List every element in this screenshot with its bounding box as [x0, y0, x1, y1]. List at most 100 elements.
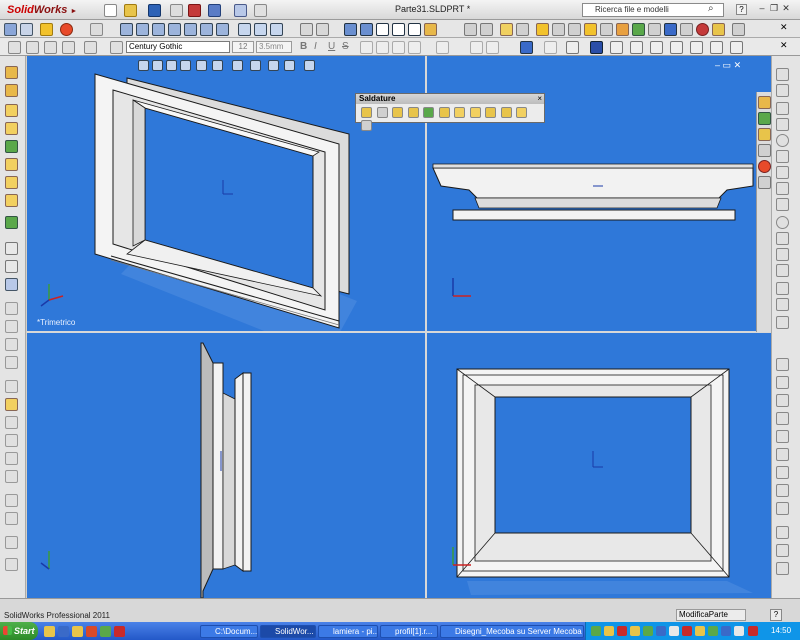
library-icon[interactable]	[584, 23, 597, 36]
line-icon[interactable]	[776, 102, 789, 115]
extruded-boss-icon[interactable]	[423, 107, 435, 118]
tray-icon-2[interactable]	[604, 626, 614, 636]
viewport-splitter-vertical[interactable]	[425, 56, 427, 598]
weldments-toolbar[interactable]: Saldature ×	[355, 93, 545, 131]
hud-orientation-icon[interactable]	[196, 60, 207, 71]
arc-icon[interactable]	[776, 182, 789, 195]
folder-feature-icon[interactable]	[500, 23, 513, 36]
sketch-icon[interactable]	[464, 23, 477, 36]
viewport-front[interactable]	[427, 333, 771, 598]
centerline-icon[interactable]	[776, 248, 789, 261]
hud-appearance-icon[interactable]	[250, 60, 261, 71]
macro-icon[interactable]	[600, 23, 613, 36]
tray-icon-9[interactable]	[695, 626, 705, 636]
quicklaunch-explorer-icon[interactable]	[44, 626, 55, 637]
taskbar-item-profil[interactable]: profil[1].r...	[380, 625, 438, 638]
chamfer-icon[interactable]	[5, 176, 18, 189]
point-icon[interactable]	[776, 232, 789, 245]
hud-zoom-fit-icon[interactable]	[138, 60, 149, 71]
hidden-visible-icon[interactable]	[392, 23, 405, 36]
chamfer-sketch-icon[interactable]	[776, 298, 789, 311]
mirror-sketch-icon[interactable]	[776, 394, 789, 407]
symbol-icon[interactable]	[610, 41, 623, 54]
spline-icon[interactable]	[776, 198, 789, 211]
sketch-line-icon[interactable]	[5, 380, 18, 393]
move-icon[interactable]	[5, 494, 18, 507]
viewport-minimize-icon[interactable]: –	[715, 60, 720, 70]
appearance-icon[interactable]	[60, 23, 73, 36]
format-tool-3-icon[interactable]	[44, 41, 57, 54]
view-palette-icon[interactable]	[758, 144, 771, 157]
viewport-left[interactable]	[27, 333, 425, 598]
relations-icon[interactable]	[568, 23, 581, 36]
color-icon[interactable]	[544, 41, 557, 54]
view-front-icon[interactable]	[120, 23, 133, 36]
fillet-sketch-icon[interactable]	[776, 282, 789, 295]
sketch-right-icon[interactable]	[776, 68, 789, 81]
format-tool-1-icon[interactable]	[8, 41, 21, 54]
extend-sketch-icon[interactable]	[776, 376, 789, 389]
extruded-cut-icon[interactable]	[438, 107, 450, 118]
open-folder-icon[interactable]	[124, 4, 137, 17]
point-ref-icon[interactable]	[5, 356, 18, 369]
format-tool-2-icon[interactable]	[26, 41, 39, 54]
fillet-icon[interactable]	[5, 158, 18, 171]
tray-icon-5[interactable]	[643, 626, 653, 636]
viewport-splitter-horizontal[interactable]	[27, 331, 771, 333]
four-view-icon[interactable]	[270, 23, 283, 36]
align-left-icon[interactable]	[360, 41, 373, 54]
viewport-restore-icon[interactable]: ▭	[723, 60, 732, 70]
resources-icon[interactable]	[758, 96, 771, 109]
quicklaunch-ie-icon[interactable]	[58, 626, 69, 637]
circle-icon[interactable]	[776, 134, 789, 147]
sweep-icon[interactable]	[5, 104, 18, 117]
bold-button[interactable]: B	[300, 41, 307, 52]
undo-icon[interactable]	[208, 4, 221, 17]
dimension-right-icon[interactable]	[776, 84, 789, 97]
rotate-icon[interactable]	[5, 512, 18, 525]
appearances-scenes-icon[interactable]	[758, 160, 771, 173]
zoom-area-icon[interactable]	[20, 23, 33, 36]
single-view-icon[interactable]	[238, 23, 251, 36]
weld-bead-icon[interactable]	[5, 398, 18, 411]
slot-icon[interactable]	[776, 150, 789, 163]
hud-display-style-icon[interactable]	[212, 60, 223, 71]
quicklaunch-app2-icon[interactable]	[100, 626, 111, 637]
trim-icon[interactable]	[5, 416, 18, 429]
polygon-icon[interactable]	[776, 166, 789, 179]
solidworks-logo[interactable]: SolidWorks ►	[3, 2, 83, 18]
font-size-select[interactable]: 12	[232, 41, 254, 53]
strikethrough-button[interactable]: S	[342, 41, 349, 52]
datum-icon[interactable]	[670, 41, 683, 54]
grid-icon[interactable]	[776, 264, 789, 277]
taskbar-item-lamiera[interactable]: lamiera - pi...	[318, 625, 378, 638]
quick-snaps-icon[interactable]	[776, 562, 789, 575]
surface-finish-icon[interactable]	[650, 41, 663, 54]
zoom-fit-icon[interactable]	[4, 23, 17, 36]
end-cap-icon[interactable]	[469, 107, 481, 118]
italic-button[interactable]: I	[314, 41, 317, 52]
format-tool-5-icon[interactable]	[84, 41, 97, 54]
pattern-icon[interactable]	[5, 242, 18, 255]
layer-icon[interactable]	[520, 41, 533, 54]
quicklaunch-app1-icon[interactable]	[86, 626, 97, 637]
boundary-icon[interactable]	[5, 140, 18, 153]
font-height-field[interactable]: 3.5mm	[256, 41, 292, 53]
stop-icon[interactable]	[696, 23, 709, 36]
font-family-select[interactable]: Century Gothic	[126, 41, 230, 53]
new-document-icon[interactable]	[104, 4, 117, 17]
plane-ref-icon[interactable]	[5, 320, 18, 333]
structural-member-icon[interactable]	[376, 107, 388, 118]
rectangle-icon[interactable]	[776, 118, 789, 131]
format-tool-4-icon[interactable]	[62, 41, 75, 54]
underline-button[interactable]: U	[328, 41, 335, 52]
extrude-icon[interactable]	[5, 66, 18, 79]
shell-icon[interactable]	[5, 216, 18, 229]
design-library-icon[interactable]	[758, 112, 771, 125]
wireframe-icon[interactable]	[408, 23, 421, 36]
hole-callout-icon[interactable]	[730, 41, 743, 54]
linear-pattern-icon[interactable]	[776, 484, 789, 497]
relation-icon[interactable]	[776, 526, 789, 539]
gusset-icon[interactable]	[454, 107, 466, 118]
weldments-toolbar-title[interactable]: Saldature	[356, 94, 544, 104]
